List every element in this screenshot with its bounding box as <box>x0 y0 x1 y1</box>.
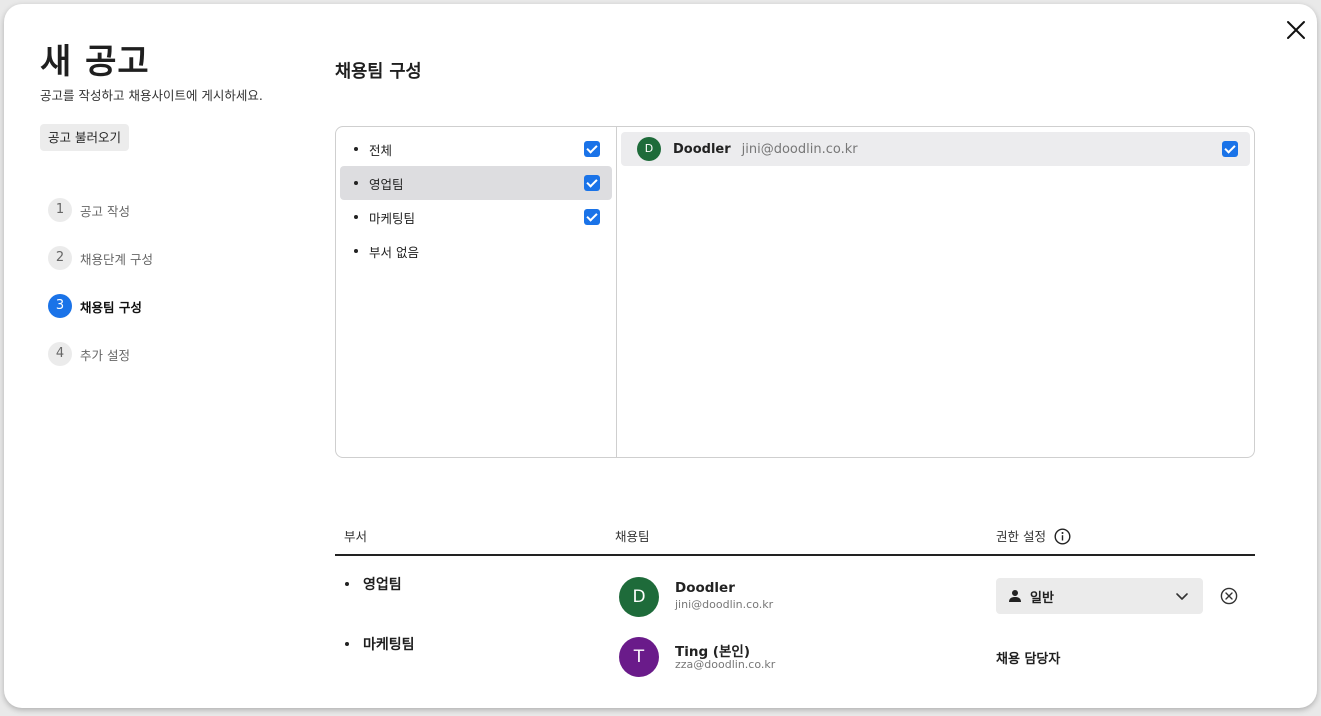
permission-value: 채용 담당자 <box>996 652 1061 667</box>
avatar: D <box>637 137 661 161</box>
team-table-header: 부서 채용팀 권한 설정 <box>335 522 1255 556</box>
step-4[interactable]: 4 추가 설정 <box>48 342 153 366</box>
header-department: 부서 <box>344 529 368 544</box>
department-label: 영업팀 <box>369 176 404 192</box>
department-item-all[interactable]: 전체 <box>340 132 612 166</box>
step-number: 4 <box>48 342 72 366</box>
department-item-none[interactable]: 부서 없음 <box>340 234 612 268</box>
row-department: 마케팅팀 <box>345 634 415 654</box>
step-label: 채용단계 구성 <box>80 251 153 267</box>
page-title: 새 공고 <box>40 42 150 82</box>
department-label: 마케팅팀 <box>369 210 416 226</box>
step-2[interactable]: 2 채용단계 구성 <box>48 246 153 270</box>
member-item[interactable]: D Doodler jini@doodlin.co.kr <box>621 132 1250 166</box>
row-department: 영업팀 <box>345 574 402 594</box>
bullet <box>345 582 349 586</box>
step-1[interactable]: 1 공고 작성 <box>48 198 153 222</box>
bullet <box>354 215 358 219</box>
member-list: D Doodler jini@doodlin.co.kr <box>617 127 1254 457</box>
bullet <box>345 642 349 646</box>
step-label: 채용팀 구성 <box>80 299 142 315</box>
bullet <box>354 249 358 253</box>
department-checkbox[interactable] <box>584 141 600 157</box>
header-permission-label: 권한 설정 <box>996 529 1046 544</box>
row-department-label: 마케팅팀 <box>363 637 415 653</box>
step-label: 추가 설정 <box>80 347 130 363</box>
table-row: 마케팅팀 T Ting (본인) zza@doodlin.co.kr 채용 담당… <box>335 622 1255 682</box>
team-picker: 전체 영업팀 마케팅팀 부서 없음 D Doodler jini@doodlin… <box>335 126 1255 458</box>
header-permission: 권한 설정 <box>996 526 1071 545</box>
chevron-down-icon <box>1176 593 1188 600</box>
load-posting-button[interactable]: 공고 불러오기 <box>40 124 129 151</box>
bullet <box>354 147 358 151</box>
step-number: 1 <box>48 198 72 222</box>
header-team: 채용팀 <box>615 529 650 544</box>
step-3[interactable]: 3 채용팀 구성 <box>48 294 153 318</box>
department-item-marketing[interactable]: 마케팅팀 <box>340 200 612 234</box>
close-icon[interactable] <box>1282 16 1310 44</box>
department-checkbox[interactable] <box>584 175 600 191</box>
permission-select[interactable]: 일반 <box>996 578 1203 614</box>
avatar: D <box>619 577 659 617</box>
remove-circle-icon[interactable] <box>1220 587 1238 605</box>
info-icon[interactable] <box>1054 527 1071 545</box>
section-title: 채용팀 구성 <box>335 62 422 82</box>
person-icon <box>1009 590 1021 602</box>
step-number: 2 <box>48 246 72 270</box>
department-list: 전체 영업팀 마케팅팀 부서 없음 <box>336 127 617 457</box>
step-label: 공고 작성 <box>80 203 130 219</box>
row-department-label: 영업팀 <box>363 577 402 593</box>
page-subtitle: 공고를 작성하고 채용사이트에 게시하세요. <box>40 88 263 103</box>
row-member-name: Doodler <box>675 580 735 596</box>
avatar: T <box>619 637 659 677</box>
member-email: jini@doodlin.co.kr <box>741 141 858 157</box>
step-number: 3 <box>48 294 72 318</box>
bullet <box>354 181 358 185</box>
row-member-email: zza@doodlin.co.kr <box>675 658 776 671</box>
new-posting-modal: 새 공고 공고를 작성하고 채용사이트에 게시하세요. 공고 불러오기 1 공고… <box>4 4 1317 708</box>
row-member-name: Ting (본인) <box>675 644 750 660</box>
department-checkbox[interactable] <box>584 209 600 225</box>
step-list: 1 공고 작성 2 채용단계 구성 3 채용팀 구성 4 추가 설정 <box>48 198 153 390</box>
member-checkbox[interactable] <box>1222 141 1238 157</box>
table-row: 영업팀 D Doodler jini@doodlin.co.kr 일반 <box>335 562 1255 622</box>
department-label: 전체 <box>369 142 393 158</box>
permission-value: 일반 <box>1030 590 1054 606</box>
department-item-sales[interactable]: 영업팀 <box>340 166 612 200</box>
member-name: Doodler <box>673 141 731 157</box>
row-member-email: jini@doodlin.co.kr <box>675 598 774 611</box>
department-label: 부서 없음 <box>369 244 419 260</box>
